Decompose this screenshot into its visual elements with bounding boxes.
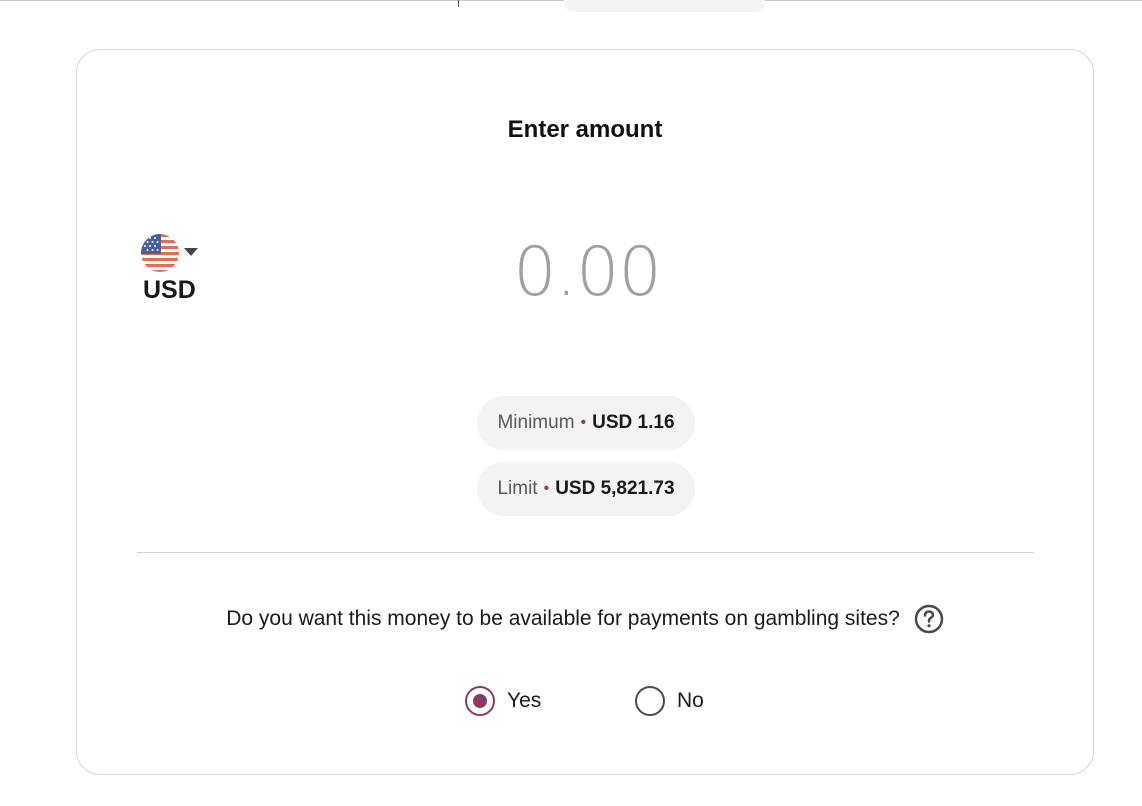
- top-tab-marker: [458, 0, 459, 7]
- limit-amount-badge: Limit • USD 5,821.73: [477, 462, 695, 516]
- radio-no-label[interactable]: No: [677, 689, 704, 713]
- amount-card: Enter amount USD 0.00 Minimum • USD 1.16…: [76, 49, 1094, 775]
- radio-no[interactable]: No: [635, 684, 704, 718]
- gambling-radio-group: Yes No: [77, 684, 1093, 718]
- radio-yes-circle[interactable]: [465, 686, 495, 716]
- bullet-separator: •: [580, 414, 587, 431]
- section-divider: [137, 552, 1034, 553]
- limit-label: Limit: [497, 478, 538, 499]
- caret-down-icon[interactable]: [184, 248, 198, 256]
- radio-yes[interactable]: Yes: [465, 684, 541, 718]
- minimum-label: Minimum: [497, 412, 575, 433]
- currency-selector[interactable]: USD: [141, 234, 211, 308]
- amount-input[interactable]: [377, 226, 797, 318]
- gambling-question-row: Do you want this money to be available f…: [77, 604, 1093, 634]
- page-title: Enter amount: [507, 116, 663, 143]
- minimum-amount-badge: Minimum • USD 1.16: [477, 396, 695, 450]
- gambling-question: Do you want this money to be available f…: [226, 607, 900, 630]
- currency-code: USD: [143, 276, 196, 304]
- limit-value: USD 5,821.73: [555, 478, 675, 499]
- minimum-value: USD 1.16: [592, 412, 675, 433]
- us-flag-icon: [141, 234, 179, 272]
- bullet-separator: •: [543, 480, 550, 497]
- radio-no-circle[interactable]: [635, 686, 665, 716]
- radio-yes-label[interactable]: Yes: [507, 689, 541, 713]
- top-tab-fragment: [564, 0, 765, 12]
- question-circle-icon[interactable]: [914, 604, 944, 634]
